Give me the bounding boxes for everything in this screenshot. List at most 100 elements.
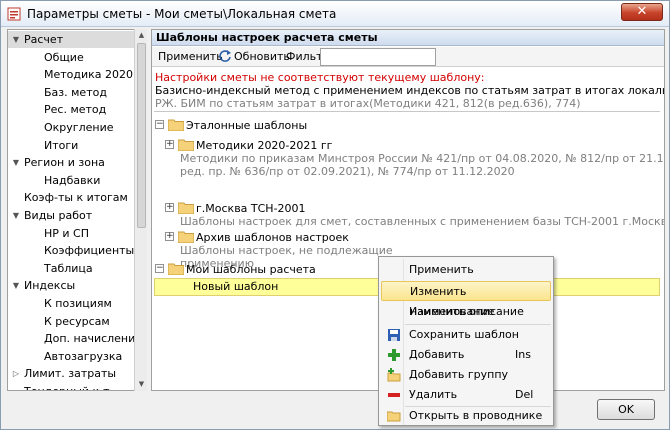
- folder-icon: [178, 139, 194, 151]
- sidebar-item[interactable]: Доп. начисления: [8, 330, 142, 347]
- title-bar: Параметры сметы - Мои сметы\Локальная см…: [1, 1, 669, 27]
- expand-icon[interactable]: +: [165, 203, 174, 212]
- expand-icon[interactable]: +: [165, 140, 174, 149]
- sidebar-item-label: Методика 2020: [44, 68, 134, 82]
- sidebar-item[interactable]: Округление: [8, 119, 140, 136]
- sidebar-item[interactable]: ▼ Индексы: [8, 277, 140, 294]
- sidebar-item[interactable]: Автозагрузка: [8, 348, 140, 365]
- sidebar-item[interactable]: Коэф-ты к итогам: [8, 189, 140, 206]
- sidebar-item-label: Баз. метод: [44, 85, 107, 99]
- menu-item-label: Изменить описание: [409, 305, 524, 318]
- tree-group-label: Мои шаблоны расчета: [186, 263, 316, 276]
- sidebar-item-label: Автозагрузка: [44, 349, 123, 363]
- sidebar-item-label: Общие: [44, 50, 84, 64]
- panel-toolbar: Применить Обновить Фильтр: [152, 47, 664, 67]
- folder-icon: [178, 231, 194, 243]
- menu-item-label: Добавить: [409, 348, 465, 361]
- tree-item[interactable]: + Методики 2020-2021 гг Методики по прик…: [152, 138, 664, 180]
- sidebar-item-label: Таблица: [44, 261, 93, 275]
- sidebar-item-label: Надбавки: [44, 173, 101, 187]
- nav-scrollbar[interactable]: ▲ ▼: [134, 29, 147, 391]
- menu-item-shortcut: Del: [515, 388, 534, 401]
- current-method-detail: РЖ. БИМ по статьям затрат в итогах(Метод…: [155, 97, 581, 110]
- sidebar-item-label: Лимит. затраты: [24, 367, 117, 381]
- menu-item-save[interactable]: Сохранить шаблон: [381, 325, 551, 345]
- tree-item[interactable]: + г.Москва ТСН-2001 Шаблоны настроек для…: [152, 201, 664, 231]
- sidebar-item-label: Доп. начисления: [44, 332, 142, 346]
- save-icon: [388, 329, 400, 341]
- menu-item-edit-description[interactable]: Изменить описание: [381, 302, 551, 322]
- sidebar-item[interactable]: Методика 2020: [8, 66, 140, 83]
- sidebar-item-label: Индексы: [24, 279, 76, 293]
- ok-button[interactable]: OK: [597, 399, 655, 420]
- scroll-thumb[interactable]: [137, 43, 146, 228]
- sidebar-item-label: Регион и зона: [24, 156, 105, 170]
- sidebar-item[interactable]: Таблица: [8, 260, 140, 277]
- tree-group-label: Эталонные шаблоны: [186, 119, 308, 132]
- sidebar-item[interactable]: Баз. метод: [8, 84, 140, 101]
- open-folder-icon: [387, 411, 401, 422]
- divider: [154, 111, 660, 112]
- tree-item-description: ред. пр. № 636/пр от 02.09.2021), № 774/…: [180, 165, 515, 178]
- expand-arrow-icon[interactable]: ▼: [11, 277, 21, 294]
- menu-item-rename[interactable]: Изменить наименование: [381, 281, 551, 318]
- sidebar-item-label: НР и СП: [44, 226, 89, 240]
- sidebar-item[interactable]: НР и СП: [8, 225, 140, 242]
- tree-item-description: Методики по приказам Минстроя России № 4…: [180, 152, 664, 165]
- menu-item-label: Применить: [409, 263, 474, 276]
- sidebar-item[interactable]: Тендерный к-т: [8, 383, 140, 390]
- window-title: Параметры сметы - Мои сметы\Локальная см…: [27, 7, 337, 21]
- sidebar-item[interactable]: Общие: [8, 49, 140, 66]
- sidebar-item[interactable]: К позициям: [8, 295, 140, 312]
- menu-item-shortcut: Ins: [515, 348, 531, 361]
- expand-arrow-icon[interactable]: ▼: [11, 154, 21, 171]
- filter-input[interactable]: [320, 48, 436, 66]
- sidebar-item-label: Итоги: [44, 138, 79, 152]
- sidebar-item-label: К ресурсам: [44, 314, 110, 328]
- sidebar-item-label: К позициям: [44, 297, 112, 310]
- sidebar-item-label: Тендерный к-т: [24, 383, 110, 390]
- apply-button[interactable]: Применить: [158, 49, 223, 65]
- sidebar-item[interactable]: Коэффициенты: [8, 242, 140, 259]
- sidebar-item[interactable]: К ресурсам: [8, 313, 140, 330]
- scroll-up-icon[interactable]: ▲: [135, 29, 148, 42]
- sidebar-item-label: Виды работ: [24, 209, 93, 222]
- close-button[interactable]: ✕: [621, 3, 663, 21]
- tree-item-description: Шаблоны настроек, не подлежащие: [180, 244, 393, 257]
- menu-item-add[interactable]: Добавить Ins: [381, 345, 551, 365]
- expand-arrow-icon[interactable]: ▼: [11, 31, 21, 48]
- collapse-icon[interactable]: −: [155, 120, 164, 129]
- current-method-description: Базисно-индексный метод с применением ин…: [155, 84, 664, 97]
- menu-item-label: Открыть в проводнике: [409, 409, 543, 422]
- menu-item-delete[interactable]: Удалить Del: [381, 385, 551, 405]
- menu-item-open-explorer[interactable]: Открыть в проводнике: [381, 406, 551, 426]
- tree-item-title: Архив шаблонов настроек: [196, 231, 349, 244]
- sidebar-item[interactable]: ▷ Лимит. затраты: [8, 365, 140, 382]
- sidebar-item[interactable]: ▼ Виды работ: [8, 207, 140, 224]
- settings-window: Параметры сметы - Мои сметы\Локальная см…: [0, 0, 670, 430]
- menu-item-add-group[interactable]: Добавить группу: [381, 365, 551, 385]
- context-menu: Применить Изменить наименование Изменить…: [378, 256, 554, 426]
- sidebar-item-label: Округление: [44, 121, 114, 134]
- menu-item-label: Сохранить шаблон: [409, 328, 519, 341]
- collapse-icon[interactable]: −: [155, 264, 164, 273]
- sidebar-item[interactable]: Рес. метод: [8, 101, 140, 118]
- sidebar-item[interactable]: Надбавки: [8, 172, 140, 189]
- sidebar-item[interactable]: Итоги: [8, 137, 140, 154]
- tree-item-title: г.Москва ТСН-2001: [196, 202, 306, 215]
- refresh-button[interactable]: Обновить: [234, 49, 290, 65]
- sidebar-item-label: Коэффициенты: [44, 244, 135, 258]
- sidebar-item[interactable]: ▼ Расчет: [8, 31, 140, 48]
- menu-item-apply[interactable]: Применить: [381, 260, 551, 280]
- minus-icon: [388, 393, 400, 397]
- tree-group-reference[interactable]: − Эталонные шаблоны: [152, 118, 662, 134]
- refresh-icon[interactable]: [218, 49, 232, 63]
- panel-title: Шаблоны настроек расчета сметы: [152, 30, 664, 46]
- sidebar-item[interactable]: ▼ Регион и зона: [8, 154, 140, 171]
- expand-arrow-icon[interactable]: ▼: [11, 207, 21, 224]
- expand-icon[interactable]: +: [165, 232, 174, 241]
- collapsed-arrow-icon[interactable]: ▷: [11, 365, 21, 382]
- folder-icon: [168, 119, 184, 131]
- sidebar-item-label: Расчет: [24, 33, 64, 46]
- scroll-down-icon[interactable]: ▼: [135, 378, 148, 391]
